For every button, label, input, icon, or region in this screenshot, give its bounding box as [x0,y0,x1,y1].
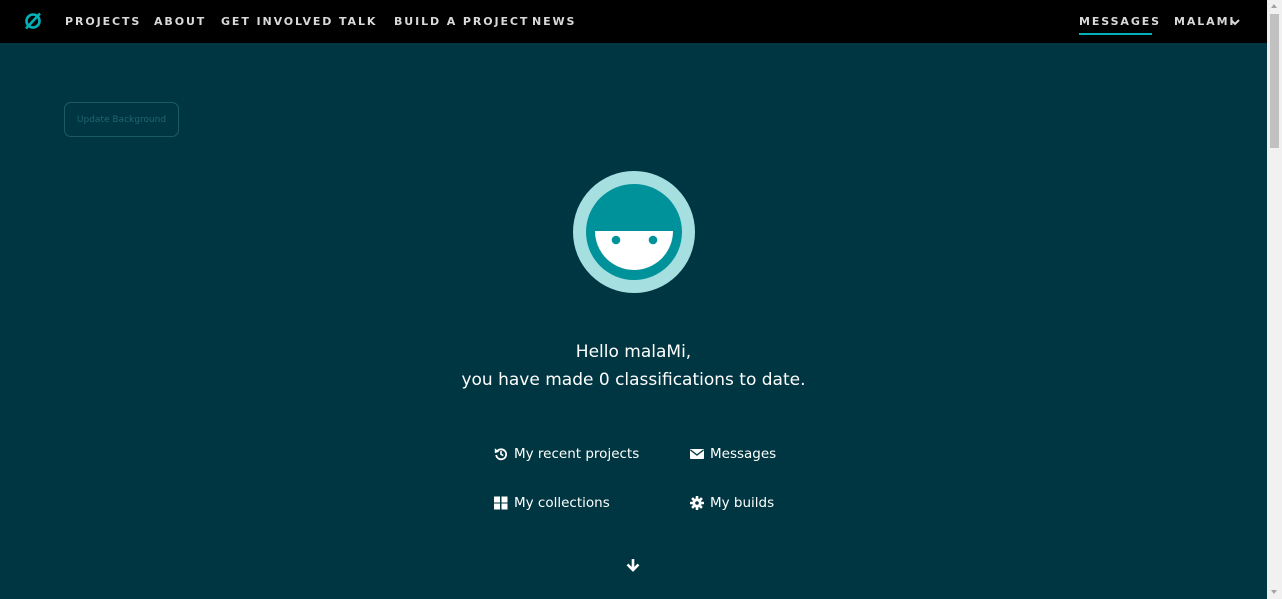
grid-icon [494,496,508,510]
vertical-scrollbar[interactable] [1267,0,1282,599]
gear-icon [690,496,704,510]
nav-about[interactable]: ABOUT [154,15,206,29]
scrollbar-thumb[interactable] [1270,14,1279,148]
link-label: My collections [514,495,610,511]
nav-messages[interactable]: MESSAGES [1079,15,1161,29]
nav-get-involved[interactable]: GET INVOLVED [221,15,333,29]
my-recent-projects-link[interactable]: My recent projects [494,445,644,463]
scroll-up-icon[interactable] [1271,4,1277,8]
my-builds-link[interactable]: My builds [690,494,790,512]
envelope-icon [690,449,704,459]
top-navigation: PROJECTS ABOUT GET INVOLVED TALK BUILD A… [0,0,1267,43]
nav-news[interactable]: NEWS [532,15,576,29]
nav-build-a-project[interactable]: BUILD A PROJECT [394,15,529,29]
link-label: My recent projects [514,446,640,462]
link-label: Messages [710,446,777,462]
link-label: My builds [710,495,775,511]
update-background-button[interactable]: Update Background [64,102,179,137]
zooniverse-logo-icon[interactable] [23,11,43,31]
scroll-down-icon[interactable] [1271,590,1277,594]
chevron-down-icon[interactable] [1230,17,1240,27]
my-collections-link[interactable]: My collections [494,494,624,512]
active-nav-underline [1079,33,1152,35]
greeting-name: Hello malaMi, [575,342,692,362]
avatar [573,171,695,293]
nav-projects[interactable]: PROJECTS [65,15,141,29]
greeting-classifications: you have made 0 classifications to date. [461,370,806,390]
history-icon [494,448,508,461]
nav-talk[interactable]: TALK [339,15,377,29]
user-menu[interactable]: MALAMI [1174,15,1235,29]
arrow-down-icon[interactable] [626,558,640,572]
messages-link[interactable]: Messages [690,445,790,463]
